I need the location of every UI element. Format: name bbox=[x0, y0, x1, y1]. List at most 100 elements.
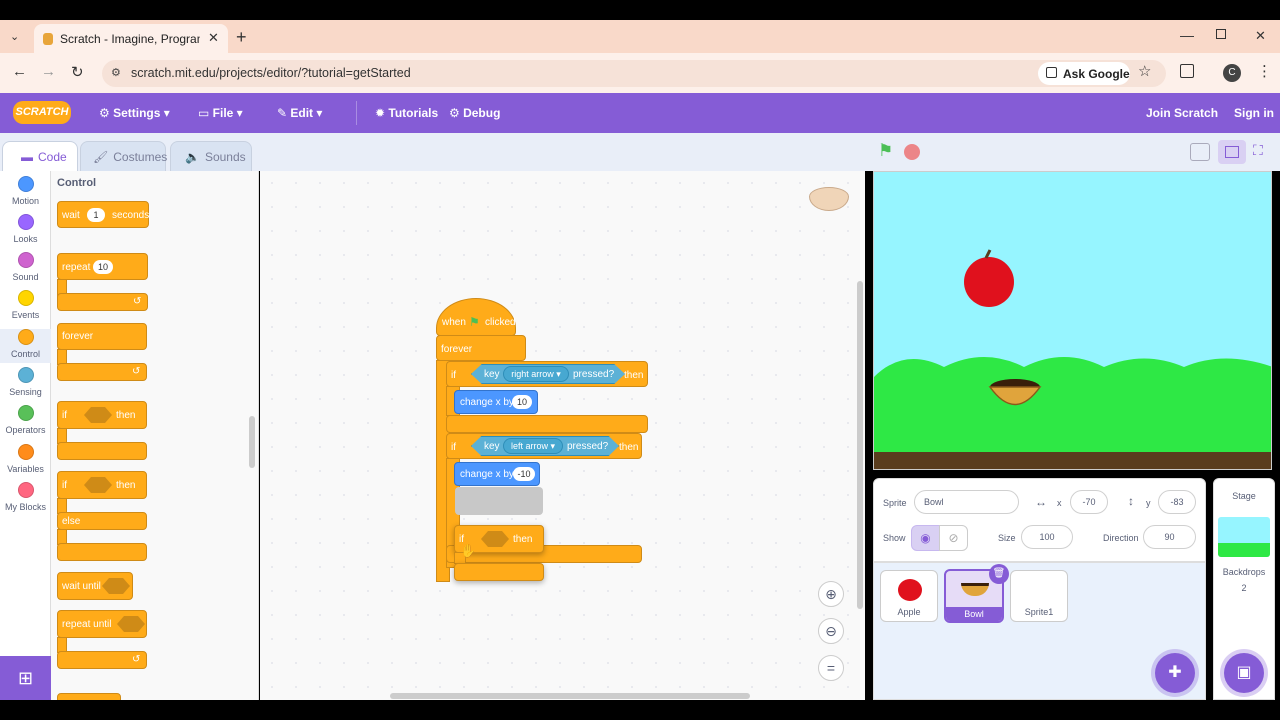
back-icon[interactable]: ← bbox=[12, 63, 27, 80]
change-x-left-input[interactable]: -10 bbox=[513, 467, 535, 481]
debug-button[interactable]: ⚙ Debug bbox=[449, 106, 500, 120]
forever-block[interactable]: forever bbox=[436, 335, 526, 361]
fullscreen-icon[interactable]: ⛶ bbox=[1253, 142, 1263, 159]
file-menu[interactable]: ▭ File ▾ bbox=[198, 106, 243, 120]
condition-slot[interactable] bbox=[117, 616, 145, 632]
direction-input[interactable]: 90 bbox=[1143, 525, 1196, 549]
join-scratch-button[interactable]: Join Scratch bbox=[1146, 106, 1218, 120]
apple-sprite[interactable] bbox=[964, 257, 1014, 307]
workspace-vertical-scrollbar[interactable] bbox=[857, 281, 863, 609]
category-operators[interactable]: Operators bbox=[0, 405, 51, 435]
wait-block[interactable]: wait 1 seconds bbox=[57, 201, 149, 228]
sprite-name-input[interactable]: Bowl bbox=[914, 490, 1019, 514]
backdrops-count: 2 bbox=[1241, 583, 1247, 593]
delete-sprite-button[interactable]: 🗑 bbox=[989, 564, 1009, 584]
y-arrows-icon: ↕ bbox=[1128, 494, 1134, 508]
show-hidden-button[interactable]: ⊘ bbox=[939, 525, 968, 551]
condition-slot[interactable] bbox=[481, 531, 509, 547]
reload-icon[interactable]: ↻ bbox=[71, 63, 84, 81]
ask-google-button[interactable]: Ask Google bbox=[1038, 62, 1130, 85]
loop-arrow-icon: ↺ bbox=[132, 366, 141, 377]
settings-menu[interactable]: ⚙ Settings ▾ bbox=[99, 106, 170, 120]
normal-stage-button[interactable] bbox=[1218, 140, 1246, 164]
code-workspace[interactable]: when ⚑ clicked forever if key right arro… bbox=[260, 171, 865, 700]
close-window-icon[interactable]: ✕ bbox=[1255, 28, 1266, 44]
change-x-left-block[interactable]: change x by -10 bbox=[454, 462, 540, 486]
zoom-reset-button[interactable]: = bbox=[818, 655, 844, 681]
add-extension-button[interactable]: ⊞ bbox=[0, 656, 51, 700]
browser-tab[interactable]: Scratch - Imagine, Program, Sha ✕ bbox=[34, 24, 228, 54]
looks-dot-icon bbox=[17, 214, 34, 230]
size-input[interactable]: 100 bbox=[1021, 525, 1073, 549]
stop-icon[interactable] bbox=[904, 144, 920, 160]
change-x-right-block[interactable]: change x by 10 bbox=[454, 390, 538, 414]
category-sensing[interactable]: Sensing bbox=[0, 367, 51, 397]
zoom-out-button[interactable]: ⊖ bbox=[818, 618, 844, 644]
new-tab-icon[interactable]: + bbox=[236, 27, 247, 48]
x-label: x bbox=[1057, 498, 1062, 508]
x-input[interactable]: -70 bbox=[1070, 490, 1108, 514]
category-variables[interactable]: Variables bbox=[0, 444, 51, 474]
if-then-block[interactable]: if then bbox=[57, 401, 147, 429]
speaker-icon: 🔈 bbox=[185, 149, 200, 164]
sprite-thumb-apple[interactable]: Apple bbox=[880, 570, 938, 622]
key-dropdown[interactable]: left arrow ▾ bbox=[503, 438, 563, 454]
minimize-icon[interactable]: — bbox=[1180, 27, 1194, 43]
tutorials-button[interactable]: ✹ Tutorials bbox=[375, 106, 438, 120]
repeat-until-block[interactable]: repeat until bbox=[57, 610, 147, 638]
events-dot-icon bbox=[17, 290, 34, 306]
tab-search-icon[interactable]: ⌄ bbox=[10, 30, 19, 43]
tab-sounds-label: Sounds bbox=[204, 149, 246, 164]
category-control[interactable]: Control bbox=[0, 329, 51, 363]
tab-sounds[interactable]: 🔈 Sounds bbox=[170, 141, 252, 171]
y-input[interactable]: -83 bbox=[1158, 490, 1196, 514]
category-events[interactable]: Events bbox=[0, 290, 51, 320]
stage-canvas[interactable] bbox=[873, 171, 1272, 470]
green-flag-icon[interactable]: ⚑ bbox=[878, 141, 893, 161]
choose-sprite-button[interactable]: ✚ bbox=[1155, 653, 1195, 693]
condition-slot[interactable] bbox=[102, 578, 130, 594]
category-motion[interactable]: Motion bbox=[0, 176, 51, 206]
key-dropdown[interactable]: right arrow ▾ bbox=[503, 366, 569, 382]
tab-costumes[interactable]: 🖌 Costumes bbox=[80, 141, 167, 171]
show-visible-button[interactable]: ◉ bbox=[911, 525, 940, 551]
forever-block[interactable]: forever bbox=[57, 323, 147, 350]
next-block-peek[interactable] bbox=[57, 693, 121, 700]
zoom-in-button[interactable]: ⊕ bbox=[818, 581, 844, 607]
bookmark-star-icon[interactable]: ☆ bbox=[1138, 62, 1151, 80]
sign-in-button[interactable]: Sign in bbox=[1234, 106, 1274, 120]
right-arrow-value: right arrow bbox=[511, 369, 554, 379]
category-label: My Blocks bbox=[4, 502, 46, 512]
condition-slot[interactable] bbox=[84, 477, 112, 493]
browser-menu-icon[interactable]: ⋮ bbox=[1257, 62, 1272, 80]
zoom-in-icon: ⊕ bbox=[825, 586, 837, 602]
if-else-block[interactable]: if then bbox=[57, 471, 147, 499]
workspace-horizontal-scrollbar[interactable] bbox=[390, 693, 750, 699]
tab-code[interactable]: ▬ Code bbox=[2, 141, 78, 171]
scratch-logo[interactable]: SCRATCH bbox=[13, 101, 71, 124]
category-looks[interactable]: Looks bbox=[0, 214, 51, 244]
category-sound[interactable]: Sound bbox=[0, 252, 51, 282]
sprite-thumb-sprite1[interactable]: Sprite1 bbox=[1010, 570, 1068, 622]
wait-input[interactable]: 1 bbox=[87, 208, 105, 222]
palette-scrollbar[interactable] bbox=[249, 416, 255, 468]
wait-until-block[interactable]: wait until bbox=[57, 572, 133, 600]
restore-icon[interactable] bbox=[1216, 29, 1226, 39]
category-my-blocks[interactable]: My Blocks bbox=[0, 482, 51, 512]
forward-icon[interactable]: → bbox=[41, 63, 56, 80]
choose-backdrop-button[interactable]: ▣ bbox=[1224, 653, 1264, 693]
repeat-block[interactable]: repeat 10 bbox=[57, 253, 148, 280]
if-right-arrow-block[interactable]: if key right arrow ▾ pressed? then bbox=[446, 361, 648, 387]
change-x-right-input[interactable]: 10 bbox=[512, 395, 532, 409]
repeat-input[interactable]: 10 bbox=[93, 260, 113, 274]
profile-avatar[interactable]: C bbox=[1223, 64, 1241, 82]
edit-menu[interactable]: ✎ Edit ▾ bbox=[277, 106, 322, 120]
extensions-icon[interactable] bbox=[1180, 64, 1194, 78]
if-left-arrow-block[interactable]: if key left arrow ▾ pressed? then bbox=[446, 433, 642, 459]
close-tab-icon[interactable]: ✕ bbox=[208, 30, 219, 46]
url-bar[interactable]: ⚙ scratch.mit.edu/projects/editor/?tutor… bbox=[102, 60, 1166, 87]
site-info-icon[interactable]: ⚙ bbox=[111, 66, 121, 79]
when-flag-clicked-block[interactable]: when ⚑ clicked bbox=[436, 298, 516, 336]
condition-slot[interactable] bbox=[84, 407, 112, 423]
small-stage-icon[interactable] bbox=[1190, 143, 1210, 161]
